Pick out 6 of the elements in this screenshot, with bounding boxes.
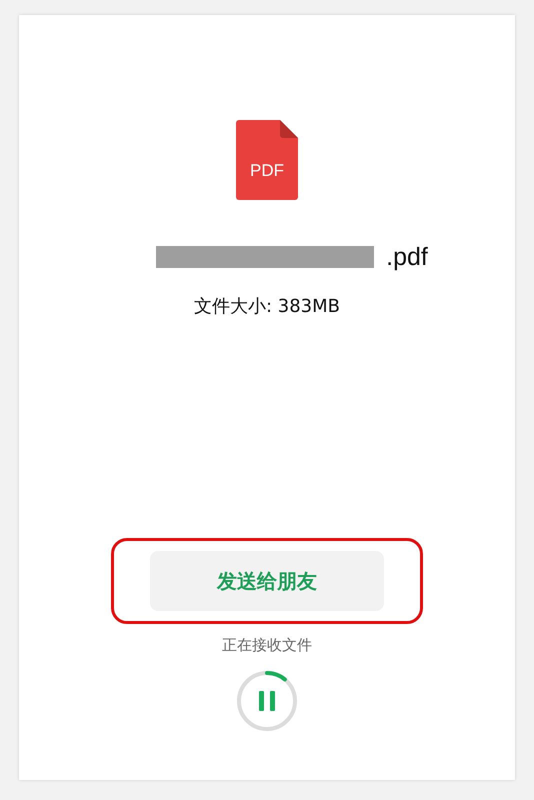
- send-button[interactable]: 发送给朋友: [150, 551, 384, 611]
- progress-ring[interactable]: [235, 669, 299, 733]
- status-text: 正在接收文件: [222, 636, 312, 655]
- pdf-file-icon: PDF: [236, 120, 298, 200]
- file-extension: .pdf: [386, 242, 428, 272]
- file-size: 文件大小: 383MB: [194, 295, 340, 318]
